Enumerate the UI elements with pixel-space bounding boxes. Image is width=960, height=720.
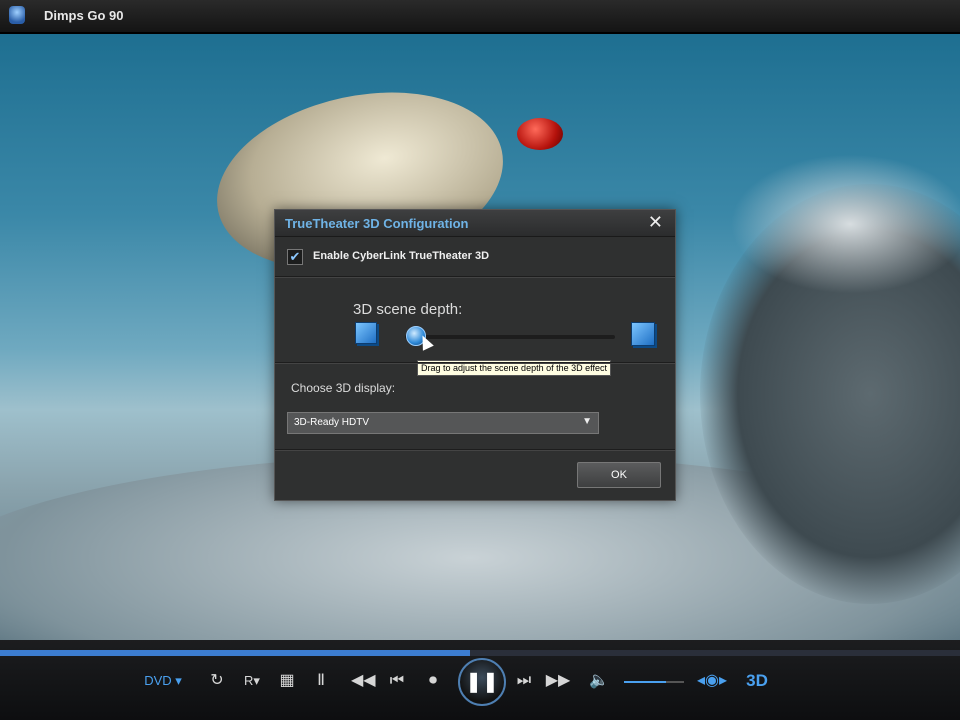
dialog-title-bar: TrueTheater 3D Configuration ✕ <box>275 210 675 237</box>
depth-max-cube-icon <box>631 322 655 346</box>
enable-3d-label: Enable CyberLink TrueTheater 3D <box>313 250 490 262</box>
app-logo-icon[interactable] <box>9 6 25 24</box>
display-select-value: 3D-Ready HDTV <box>294 417 370 428</box>
volume-icon[interactable]: 🔈 <box>588 670 610 692</box>
dropdown-arrow-icon: ▼ <box>582 416 592 427</box>
3d-toggle-icon[interactable]: ◂◉▸ <box>696 670 728 692</box>
red-balloon <box>517 118 563 150</box>
stop-icon[interactable]: ⏺ <box>421 670 445 692</box>
player-control-bar: DVD ▾ ↻ R▾ ▦ Ⅱ ◀◀ ⏮ ⏺ ❚❚ ⏭ ▶▶ 🔈 ◂◉▸ 3D <box>0 640 960 720</box>
scene-depth-label: 3D scene depth: <box>353 301 463 318</box>
repeat-icon[interactable]: ↻ <box>206 670 228 692</box>
enable-3d-checkbox[interactable]: ✔ <box>287 249 303 265</box>
source-button[interactable]: DVD ▾ <box>138 670 188 692</box>
divider <box>275 362 675 364</box>
divider <box>275 449 675 451</box>
seek-bar-progress <box>0 650 471 656</box>
menu-grid-icon[interactable]: ▦ <box>276 670 298 692</box>
pause-icon[interactable]: ❚❚ <box>458 658 506 706</box>
title-bar: Dimps Go 90 <box>0 0 960 33</box>
depth-min-cube-icon <box>355 322 377 344</box>
dialog-title: TrueTheater 3D Configuration <box>285 216 469 231</box>
next-icon[interactable]: ⏭ <box>513 670 535 692</box>
ok-button[interactable]: OK <box>577 462 661 488</box>
display-select[interactable]: 3D-Ready HDTV ▼ <box>287 412 599 434</box>
truetheater-dialog: TrueTheater 3D Configuration ✕ ✔ Enable … <box>274 209 676 501</box>
subtitle-icon[interactable]: Ⅱ <box>310 670 332 692</box>
volume-level <box>624 681 666 683</box>
cloud-top <box>730 154 960 294</box>
fast-forward-icon[interactable]: ▶▶ <box>545 670 571 692</box>
choose-display-label: Choose 3D display: <box>291 381 396 395</box>
rewind-icon[interactable]: ◀◀ <box>351 670 376 692</box>
scene-depth-slider-track[interactable] <box>405 335 615 339</box>
close-icon[interactable]: ✕ <box>648 212 663 233</box>
3d-mode-label[interactable]: 3D <box>742 670 772 692</box>
ratio-icon[interactable]: R▾ <box>240 670 264 692</box>
divider <box>275 276 675 278</box>
previous-icon[interactable]: ⏮ <box>386 670 408 692</box>
window-title: Dimps Go 90 <box>44 8 124 23</box>
